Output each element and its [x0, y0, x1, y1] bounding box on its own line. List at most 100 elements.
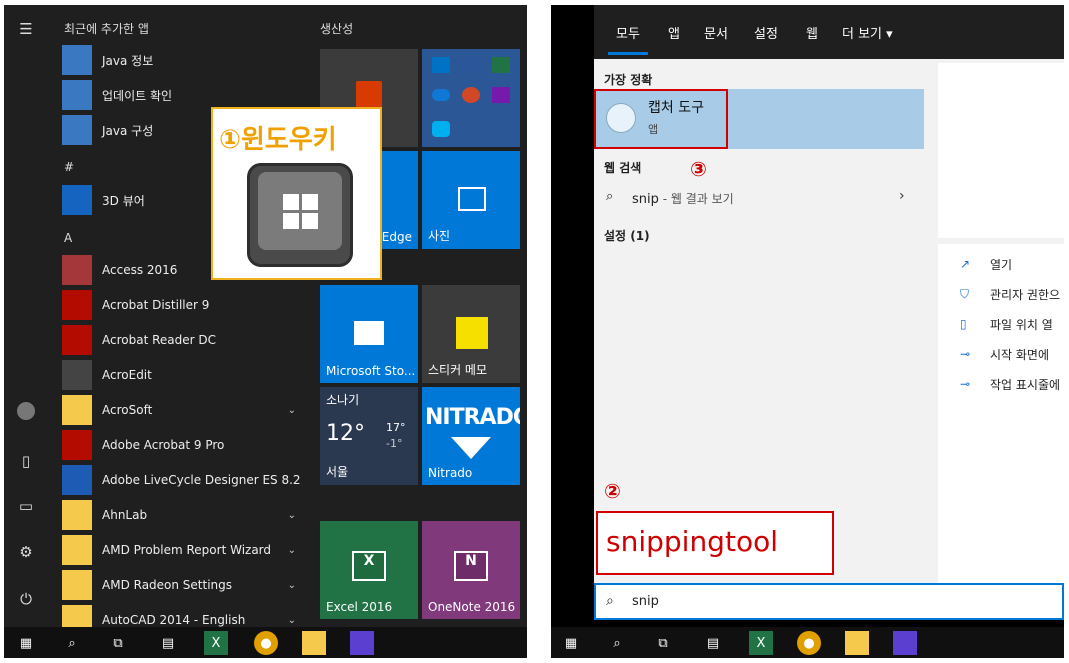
app-list-item[interactable]: AMD Radeon Settings ⌄ — [62, 570, 308, 600]
app-list-item[interactable]: Adobe LiveCycle Designer ES 8.2 — [62, 465, 308, 495]
search-tab[interactable]: 문서 — [704, 23, 728, 42]
pictures-icon[interactable]: ▭ — [16, 496, 36, 516]
chrome-icon[interactable]: ● — [254, 631, 278, 655]
excel-taskbar-icon[interactable]: X — [749, 631, 773, 655]
outlook-icon — [432, 57, 450, 73]
context-action-label: 관리자 권한으 — [990, 287, 1061, 302]
app-list-item-label: AutoCAD 2014 - English — [102, 613, 246, 627]
details-actions-panel: ↗ 열기 ⛉ 관리자 권한으 ▯ 파일 위치 열 ⊸ 시작 화면에 ⊸ 작업 표시줄에 — [938, 244, 1064, 614]
excel-taskbar-icon[interactable]: X — [204, 631, 228, 655]
app-list-item[interactable]: AhnLab ⌄ — [62, 500, 308, 530]
calculator-icon[interactable]: ▤ — [701, 631, 725, 655]
search-tab[interactable]: 앱 — [668, 23, 680, 42]
windows-key-callout-text: ①윈도우키 — [219, 125, 337, 155]
search-tab[interactable]: 설정 — [754, 23, 778, 42]
photos-tile[interactable]: 사진 — [422, 151, 520, 249]
app-list-item[interactable]: AcroSoft ⌄ — [62, 395, 308, 425]
folder-icon — [62, 395, 92, 425]
excel-tile[interactable]: X Excel 2016 — [320, 521, 418, 619]
nitrado-triangle-icon — [451, 437, 491, 459]
web-search-item[interactable]: ⌕ snip - 웹 결과 보기 › — [594, 185, 924, 211]
app-list-item[interactable]: Adobe Acrobat 9 Pro — [62, 430, 308, 460]
web-search-icon: ⌕ — [606, 189, 614, 204]
folder-icon — [62, 605, 92, 627]
search-icon[interactable]: ⌕ — [60, 631, 84, 655]
context-action-item[interactable]: ⊸ 시작 화면에 — [960, 344, 1049, 364]
access-icon — [62, 255, 92, 285]
chevron-down-icon[interactable]: ⌄ — [288, 545, 296, 556]
acroedit-icon — [62, 360, 92, 390]
app-list-item[interactable]: 업데이트 확인 — [62, 80, 308, 110]
excel-icon — [492, 57, 510, 73]
folder-icon — [62, 535, 92, 565]
task-view-icon[interactable]: ⧉ — [106, 631, 130, 655]
search-tab[interactable]: 웹 — [806, 23, 818, 42]
app-list-item-label: 3D 뷰어 — [102, 193, 145, 208]
search-icon[interactable]: ⌕ — [605, 631, 629, 655]
store-tile[interactable]: Microsoft Sto... — [320, 285, 418, 383]
folder-icon — [62, 500, 92, 530]
chevron-down-icon[interactable]: ⌄ — [288, 580, 296, 591]
chevron-down-icon[interactable]: ⌄ — [288, 615, 296, 626]
documents-icon[interactable]: ▯ — [16, 451, 36, 471]
onenote-tile[interactable]: N OneNote 2016 — [422, 521, 520, 619]
context-action-item[interactable]: ▯ 파일 위치 열 — [960, 314, 1053, 334]
context-action-label: 작업 표시줄에 — [990, 377, 1061, 392]
windows-start-icon[interactable]: ▦ — [559, 631, 583, 655]
java-icon — [62, 45, 92, 75]
file-explorer-icon[interactable] — [302, 631, 326, 655]
office-apps-tile[interactable] — [422, 49, 520, 147]
chevron-right-icon[interactable]: › — [899, 188, 905, 204]
windows-start-icon[interactable]: ▦ — [14, 631, 38, 655]
task-view-icon[interactable]: ⧉ — [651, 631, 675, 655]
taskbar-right: ▦ ⌕ ⧉ ▤ X ● — [551, 627, 1064, 658]
chevron-down-icon[interactable]: ⌄ — [288, 510, 296, 521]
weather-tile[interactable]: 소나기 12° 17° -1° 서울 — [320, 387, 418, 485]
search-tab[interactable]: 모두 — [616, 23, 640, 42]
search-box[interactable]: ⌕ snip — [594, 583, 1064, 620]
power-icon[interactable]: ⏻ — [16, 589, 36, 609]
app-list-item[interactable]: AcroEdit — [62, 360, 308, 390]
floppy-save-icon[interactable] — [350, 631, 374, 655]
user-avatar-icon[interactable] — [16, 401, 36, 421]
windows-key-callout: ①윈도우키 — [211, 107, 382, 280]
sticky-notes-tile[interactable]: 스티커 메모 — [422, 285, 520, 383]
app-list-item[interactable]: AutoCAD 2014 - English ⌄ — [62, 605, 308, 627]
pin-start-icon: ⊸ — [960, 347, 971, 361]
file-explorer-icon[interactable] — [845, 631, 869, 655]
settings-gear-icon[interactable]: ⚙ — [16, 542, 36, 562]
floppy-save-icon[interactable] — [893, 631, 917, 655]
app-list-item-label: Java 구성 — [102, 123, 154, 138]
app-list-item[interactable]: Acrobat Reader DC — [62, 325, 308, 355]
app-list-item[interactable]: AMD Problem Report Wizard ⌄ — [62, 535, 308, 565]
nitrado-tile[interactable]: NITRADO Nitrado — [422, 387, 520, 485]
chevron-down-icon[interactable]: ⌄ — [288, 405, 296, 416]
chrome-icon[interactable]: ● — [797, 631, 821, 655]
app-list-item[interactable]: Java 정보 — [62, 45, 308, 75]
app-list-item-label: AMD Radeon Settings — [102, 578, 233, 592]
nitrado-tile-label: Nitrado — [428, 466, 473, 480]
pin-taskbar-icon: ⊸ — [960, 377, 971, 391]
group-a-header[interactable]: A — [64, 231, 72, 245]
photos-icon — [458, 187, 486, 211]
excel-tile-icon: X — [352, 551, 386, 581]
context-action-item[interactable]: ⛉ 관리자 권한으 — [960, 284, 1060, 304]
context-action-item[interactable]: ↗ 열기 — [960, 254, 1012, 274]
calculator-icon[interactable]: ▤ — [156, 631, 180, 655]
app-list-item-label: Acrobat Reader DC — [102, 333, 216, 347]
web-search-suffix: - 웹 결과 보기 — [658, 192, 734, 206]
best-match-item[interactable]: 캡처 도구 앱 — [594, 89, 924, 149]
hamburger-menu-icon[interactable]: ☰ — [16, 19, 36, 39]
settings-header: 설정 (1) — [604, 229, 650, 243]
section-recent-header: 최근에 추가한 앱 — [64, 22, 149, 36]
onenote-tile-icon: N — [454, 551, 488, 581]
section-productivity-header: 생산성 — [320, 22, 354, 36]
nitrado-logo: NITRADO — [425, 405, 520, 430]
web-search-header: 웹 검색 — [604, 161, 642, 175]
sticky-note-icon — [456, 317, 488, 349]
folder-icon — [62, 570, 92, 600]
app-list-item[interactable]: Acrobat Distiller 9 — [62, 290, 308, 320]
context-action-item[interactable]: ⊸ 작업 표시줄에 — [960, 374, 1060, 394]
search-tab[interactable]: 더 보기 ▾ — [842, 23, 893, 42]
start-menu: ☰ ▯ ▭ ⚙ ⏻ 최근에 추가한 앱 # A Java 정보 업데이트 확인 Ja… — [4, 5, 527, 658]
